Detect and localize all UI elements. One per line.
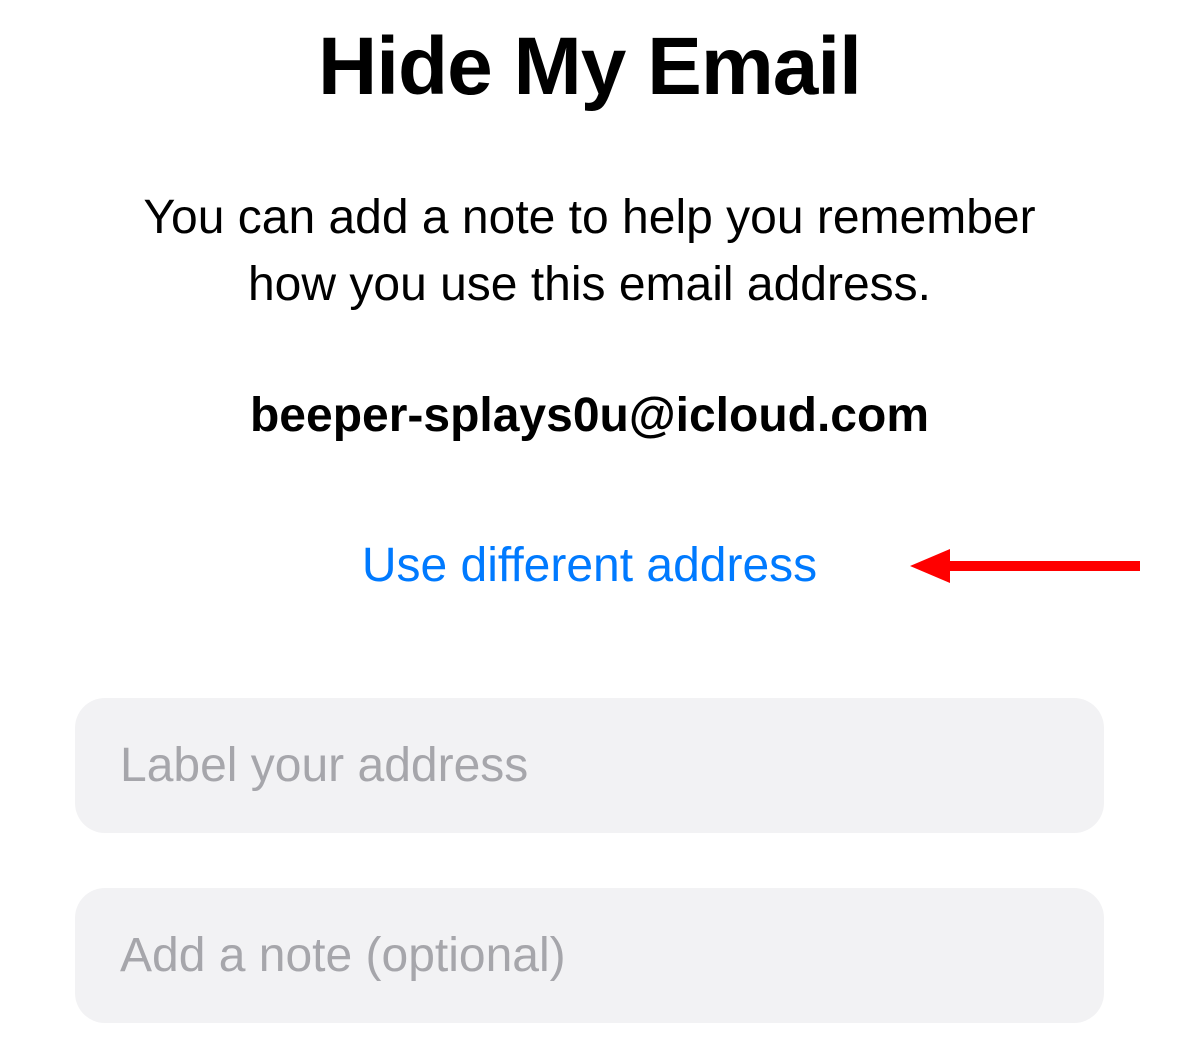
generated-email-address: beeper-splays0u@icloud.com <box>50 388 1129 443</box>
page-title: Hide My Email <box>50 20 1129 114</box>
arrow-left-icon <box>910 541 1140 591</box>
use-different-address-link[interactable]: Use different address <box>362 538 817 593</box>
page-subtitle: You can add a note to help you remember … <box>50 184 1129 318</box>
note-input[interactable] <box>75 888 1104 1023</box>
label-input[interactable] <box>75 698 1104 833</box>
